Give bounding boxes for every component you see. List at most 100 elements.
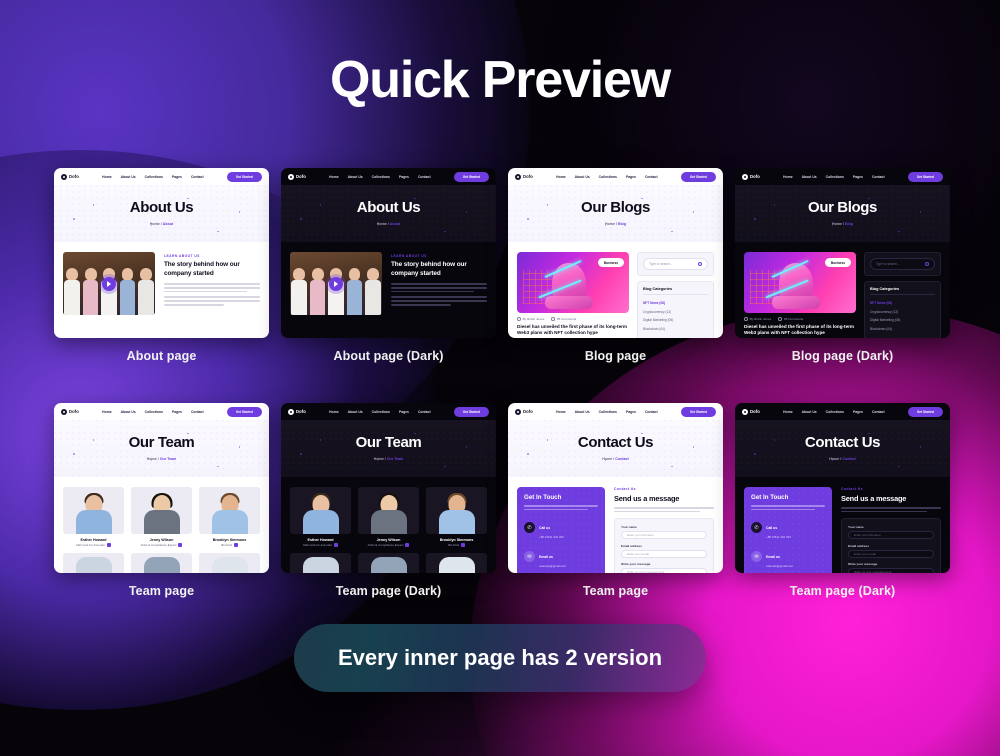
nav-link-about[interactable]: About Us (348, 410, 363, 414)
search-icon[interactable] (698, 262, 702, 266)
contact-item-email[interactable]: ✉ Email us example@gmail.com (751, 545, 825, 568)
nav-link-home[interactable]: Home (783, 410, 792, 414)
team-member-card[interactable]: Jenny Wilson Artist & Compliance Expert (131, 487, 192, 548)
get-started-button[interactable]: Get Started (680, 406, 716, 417)
preview-card-team-light[interactable]: Dofo Home About Us Collections Pages Con… (54, 403, 269, 598)
post-title[interactable]: Diesel has unveiled the first phase of i… (517, 324, 629, 337)
play-icon[interactable] (102, 276, 116, 291)
field-input-name[interactable]: Enter your full name (621, 531, 707, 540)
social-icon[interactable] (107, 543, 112, 548)
get-started-button[interactable]: Get Started (907, 171, 943, 182)
nav-link-collections[interactable]: Collections (372, 175, 390, 179)
get-started-button[interactable]: Get Started (226, 171, 262, 182)
nav-link-home[interactable]: Home (329, 175, 338, 179)
nav-link-about[interactable]: About Us (121, 175, 136, 179)
category-item[interactable]: Cryptocurrency (12) (643, 307, 708, 316)
breadcrumb-home[interactable]: Home (832, 222, 842, 226)
nav-link-contact[interactable]: Contact (418, 175, 431, 179)
category-item[interactable]: Cryptocurrency (12) (870, 307, 935, 316)
search-icon[interactable] (925, 262, 929, 266)
nav-link-contact[interactable]: Contact (645, 175, 658, 179)
field-input-email[interactable]: Enter your email (848, 549, 934, 558)
nav-link-about[interactable]: About Us (575, 175, 590, 179)
breadcrumb-home[interactable]: Home (602, 457, 612, 461)
contact-item-phone[interactable]: ✆ Call us +88 01611 222 333 (751, 516, 825, 539)
get-started-button[interactable]: Get Started (907, 406, 943, 417)
team-member-card[interactable]: Brooklyn Simmons 3D Artist (199, 487, 260, 548)
preview-card-about-dark[interactable]: Dofo Home About Us Collections Pages Con… (281, 168, 496, 363)
nav-link-about[interactable]: About Us (802, 175, 817, 179)
nav-link-collections[interactable]: Collections (826, 175, 844, 179)
nav-link-pages[interactable]: Pages (626, 175, 636, 179)
logo[interactable]: Dofo (288, 173, 306, 180)
nav-link-pages[interactable]: Pages (399, 410, 409, 414)
nav-link-about[interactable]: About Us (348, 175, 363, 179)
nav-link-contact[interactable]: Contact (418, 410, 431, 414)
social-icon[interactable] (405, 543, 410, 548)
category-item[interactable]: Digital Marketing (06) (870, 316, 935, 325)
preview-card-blog-light[interactable]: Dofo Home About Us Collections Pages Con… (508, 168, 723, 363)
logo[interactable]: Dofo (742, 408, 760, 415)
breadcrumb-home[interactable]: Home (147, 457, 157, 461)
team-member-card[interactable]: Brooklyn Simmons 3D Artist (426, 487, 487, 548)
mockup-blog-dark[interactable]: Dofo Home About Us Collections Pages Con… (735, 168, 950, 338)
breadcrumb-home[interactable]: Home (605, 222, 615, 226)
nav-link-home[interactable]: Home (102, 410, 111, 414)
breadcrumb-home[interactable]: Home (829, 457, 839, 461)
mockup-team-light[interactable]: Dofo Home About Us Collections Pages Con… (54, 403, 269, 573)
category-item[interactable]: NFT News (08) (643, 299, 708, 308)
team-member-card[interactable]: Jenny Wilson Artist & Compliance Expert (358, 487, 419, 548)
search-input[interactable]: Type to search... (870, 258, 935, 270)
nav-link-pages[interactable]: Pages (172, 410, 182, 414)
logo[interactable]: Dofo (61, 408, 79, 415)
category-item[interactable]: Digital Marketing (06) (643, 316, 708, 325)
field-input-email[interactable]: Enter your email (621, 549, 707, 558)
search-input[interactable]: Type to search... (643, 258, 708, 270)
play-icon[interactable] (329, 276, 343, 291)
logo[interactable]: Dofo (288, 408, 306, 415)
mockup-contact-dark[interactable]: Dofo Home About Us Collections Pages Con… (735, 403, 950, 573)
mockup-contact-light[interactable]: Dofo Home About Us Collections Pages Con… (508, 403, 723, 573)
post-title[interactable]: Diesel has unveiled the first phase of i… (744, 324, 856, 337)
social-icon[interactable] (178, 543, 183, 548)
mockup-blog-light[interactable]: Dofo Home About Us Collections Pages Con… (508, 168, 723, 338)
breadcrumb-home[interactable]: Home (377, 222, 387, 226)
nav-link-collections[interactable]: Collections (826, 410, 844, 414)
breadcrumb-home[interactable]: Home (374, 457, 384, 461)
preview-card-team-dark[interactable]: Dofo Home About Us Collections Pages Con… (281, 403, 496, 598)
logo[interactable]: Dofo (742, 173, 760, 180)
logo[interactable]: Dofo (61, 173, 79, 180)
team-member-card[interactable]: Esther Howard CEO and Co-Founder (63, 487, 124, 548)
nav-link-contact[interactable]: Contact (645, 410, 658, 414)
nav-link-collections[interactable]: Collections (599, 175, 617, 179)
preview-card-contact-light[interactable]: Dofo Home About Us Collections Pages Con… (508, 403, 723, 598)
social-icon[interactable] (334, 543, 339, 548)
nav-link-pages[interactable]: Pages (626, 410, 636, 414)
contact-item-phone[interactable]: ✆ Call us +88 01611 222 333 (524, 516, 598, 539)
nav-link-about[interactable]: About Us (575, 410, 590, 414)
logo[interactable]: Dofo (515, 173, 533, 180)
contact-item-email[interactable]: ✉ Email us example@gmail.com (524, 545, 598, 568)
nav-link-contact[interactable]: Contact (191, 175, 204, 179)
category-item[interactable]: Blockchain (04) (870, 325, 935, 334)
category-item[interactable]: NFT News (08) (870, 299, 935, 308)
blog-post[interactable]: Business By Robin Jones 05 Comments Dies… (517, 252, 629, 338)
nav-link-contact[interactable]: Contact (872, 410, 885, 414)
logo[interactable]: Dofo (515, 408, 533, 415)
preview-card-blog-dark[interactable]: Dofo Home About Us Collections Pages Con… (735, 168, 950, 363)
nav-link-home[interactable]: Home (329, 410, 338, 414)
nav-link-home[interactable]: Home (556, 175, 565, 179)
nav-link-about[interactable]: About Us (121, 410, 136, 414)
field-input-name[interactable]: Enter your full name (848, 531, 934, 540)
nav-link-pages[interactable]: Pages (399, 175, 409, 179)
get-started-button[interactable]: Get Started (453, 406, 489, 417)
nav-link-contact[interactable]: Contact (872, 175, 885, 179)
nav-link-home[interactable]: Home (556, 410, 565, 414)
nav-link-pages[interactable]: Pages (853, 410, 863, 414)
field-input-message[interactable]: Write us your message here (848, 568, 934, 573)
nav-link-home[interactable]: Home (783, 175, 792, 179)
nav-link-about[interactable]: About Us (802, 410, 817, 414)
field-input-message[interactable]: Write us your message here (621, 568, 707, 573)
nav-link-collections[interactable]: Collections (599, 410, 617, 414)
preview-card-contact-dark[interactable]: Dofo Home About Us Collections Pages Con… (735, 403, 950, 598)
